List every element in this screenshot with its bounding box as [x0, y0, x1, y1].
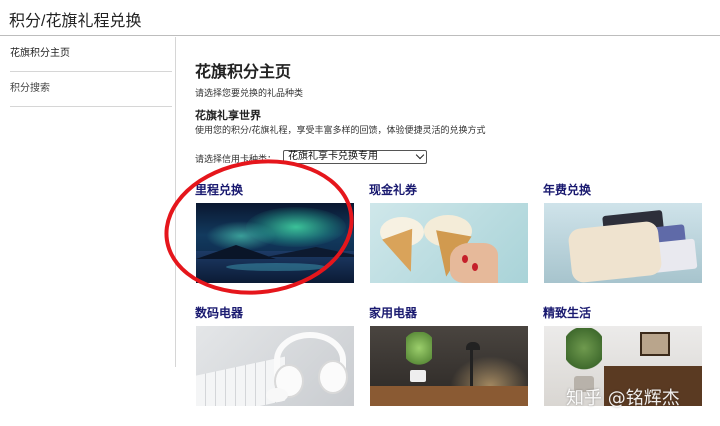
- category-label-cash-voucher[interactable]: 现金礼券: [369, 181, 417, 198]
- section-description: 使用您的积分/花旗礼程，享受丰富多样的回馈，体验便捷灵活的兑换方式: [195, 125, 486, 135]
- divider: [10, 106, 172, 107]
- aurora-glow: [246, 207, 346, 247]
- plant-shape: [566, 328, 602, 378]
- category-image-annual-fee[interactable]: [544, 203, 702, 283]
- chevron-down-icon: [415, 150, 425, 160]
- headphone-cup: [320, 362, 346, 392]
- plant-shape: [406, 332, 432, 372]
- category-label-home-appliance[interactable]: 家用电器: [369, 304, 417, 321]
- sidebar-item-home[interactable]: 花旗积分主页: [10, 37, 172, 71]
- category-image-home-appliance[interactable]: [370, 326, 528, 406]
- section-subtitle: 花旗礼享世界: [195, 110, 261, 122]
- category-label-lifestyle[interactable]: 精致生活: [543, 304, 591, 321]
- card-type-select[interactable]: 花旗礼享卡兑换专用: [283, 150, 427, 164]
- sidebar: 花旗积分主页 积分搜索: [0, 37, 176, 367]
- category-image-miles[interactable]: [196, 203, 354, 283]
- desk-surface: [370, 386, 528, 406]
- mountain-shape: [196, 245, 276, 259]
- card-type-select-value: 花旗礼享卡兑换专用: [288, 151, 378, 162]
- mountain-shape: [266, 247, 354, 257]
- category-prompt: 请选择您要兑换的礼品种类: [195, 88, 304, 98]
- category-label-annual-fee[interactable]: 年费兑换: [543, 181, 591, 198]
- lamp-shade: [466, 342, 480, 350]
- nail-mark: [472, 263, 478, 271]
- mouse-shape: [266, 388, 288, 402]
- wallet-shape: [567, 220, 663, 283]
- category-image-digital[interactable]: [196, 326, 354, 406]
- category-label-miles[interactable]: 里程兑换: [195, 181, 243, 198]
- category-image-cash-voucher[interactable]: [370, 203, 528, 283]
- top-bar: 积分/花旗礼程兑换: [0, 0, 720, 36]
- pot-shape: [410, 370, 426, 382]
- lamp-stand: [470, 346, 473, 386]
- sidebar-item-search[interactable]: 积分搜索: [10, 72, 172, 106]
- picture-frame: [640, 332, 670, 356]
- app-title: 积分/花旗礼程兑换: [9, 13, 142, 30]
- card-select-label: 请选择信用卡种类：: [195, 154, 277, 164]
- category-label-digital[interactable]: 数码电器: [195, 304, 243, 321]
- watermark: 知乎 @铭辉杰: [566, 388, 680, 409]
- page-title: 花旗积分主页: [195, 64, 292, 81]
- nail-mark: [462, 255, 468, 263]
- water-reflection: [226, 263, 326, 271]
